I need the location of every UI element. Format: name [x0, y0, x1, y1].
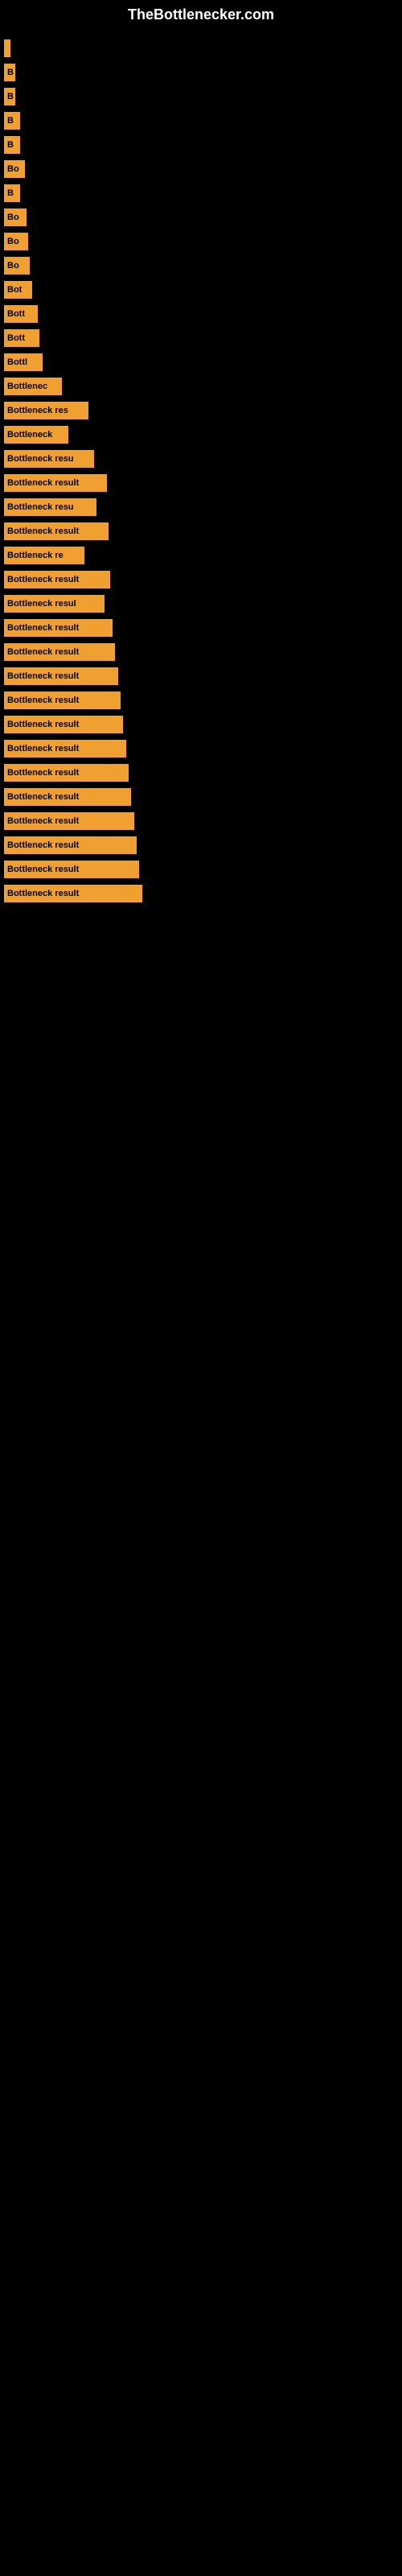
bar-item: B [4, 184, 20, 202]
bar-row: Bottleneck result [4, 642, 398, 663]
bar-row: Bo [4, 255, 398, 276]
bar-item: Bottleneck resu [4, 498, 96, 516]
bar-item: B [4, 112, 20, 130]
bar-row: Bottleneck result [4, 521, 398, 542]
bar-item: Bottleneck result [4, 788, 131, 806]
bar-item: Bottleneck result [4, 522, 109, 540]
bar-item: Bottleneck result [4, 764, 129, 782]
bar-row: Bott [4, 328, 398, 349]
bar-row: Bottlenec [4, 376, 398, 397]
bar-row: Bottleneck result [4, 883, 398, 904]
bar-item: Bottleneck re [4, 547, 84, 564]
bar-row: Bottleneck result [4, 714, 398, 735]
bar-item: Bott [4, 305, 38, 323]
bar-item: Bottleneck resul [4, 595, 105, 613]
bar-item: Bott [4, 329, 39, 347]
bar-row: Bottleneck result [4, 835, 398, 856]
bar-row: Bo [4, 159, 398, 180]
bar-row: Bottleneck result [4, 786, 398, 807]
bar-row: Bottl [4, 352, 398, 373]
bar-item: Bottleneck result [4, 691, 121, 709]
bar-item: Bottleneck result [4, 474, 107, 492]
bar-row: B [4, 86, 398, 107]
bar-item: Bottleneck result [4, 885, 142, 902]
bar-item: Bottleneck result [4, 716, 123, 733]
bar-row: Bottleneck resu [4, 497, 398, 518]
bar-item: Bo [4, 257, 30, 275]
bar-item: Bottleneck result [4, 836, 137, 854]
bar-row: Bo [4, 231, 398, 252]
bar-item: Bottleneck result [4, 571, 110, 588]
bar-item: Bottleneck resu [4, 450, 94, 468]
bar-row: Bottleneck result [4, 762, 398, 783]
bar-item: Bottleneck result [4, 643, 115, 661]
bar-row: Bottleneck re [4, 545, 398, 566]
bar-row: Bottleneck result [4, 859, 398, 880]
bar-item: Bottleneck result [4, 619, 113, 637]
bar-row: B [4, 183, 398, 204]
bar-row: Bott [4, 303, 398, 324]
bar-row: Bo [4, 207, 398, 228]
bar-row: B [4, 134, 398, 155]
bar-item: Bottleneck result [4, 667, 118, 685]
site-title: TheBottlenecker.com [0, 0, 402, 30]
bar-item: Bo [4, 160, 25, 178]
bar-item: Bottleneck res [4, 402, 88, 419]
bar-item [4, 39, 10, 57]
bar-row: B [4, 110, 398, 131]
bar-row: Bottleneck resu [4, 448, 398, 469]
bar-item: Bottleneck [4, 426, 68, 444]
bar-item: B [4, 88, 15, 105]
bar-row: Bottleneck result [4, 569, 398, 590]
bar-item: B [4, 64, 15, 81]
bar-item: Bo [4, 233, 28, 250]
bar-row: Bottleneck result [4, 473, 398, 493]
bar-row [4, 38, 398, 59]
bar-row: Bottleneck result [4, 690, 398, 711]
bar-row: Bottleneck result [4, 666, 398, 687]
bar-row: Bottleneck [4, 424, 398, 445]
bar-row: B [4, 62, 398, 83]
bar-row: Bottleneck result [4, 617, 398, 638]
bar-item: Bottleneck result [4, 812, 134, 830]
bar-item: Bo [4, 208, 27, 226]
bar-row: Bottleneck res [4, 400, 398, 421]
bar-row: Bottleneck result [4, 738, 398, 759]
bar-row: Bottleneck result [4, 811, 398, 832]
bar-item: Bottlenec [4, 378, 62, 395]
bar-item: Bottleneck result [4, 861, 139, 878]
bar-row: Bot [4, 279, 398, 300]
bar-row: Bottleneck resul [4, 593, 398, 614]
bar-item: Bottl [4, 353, 43, 371]
bar-item: B [4, 136, 20, 154]
bar-item: Bot [4, 281, 32, 299]
bars-container: BBBBBoBBoBoBoBotBottBottBottlBottlenecBo… [0, 30, 402, 915]
bar-item: Bottleneck result [4, 740, 126, 758]
